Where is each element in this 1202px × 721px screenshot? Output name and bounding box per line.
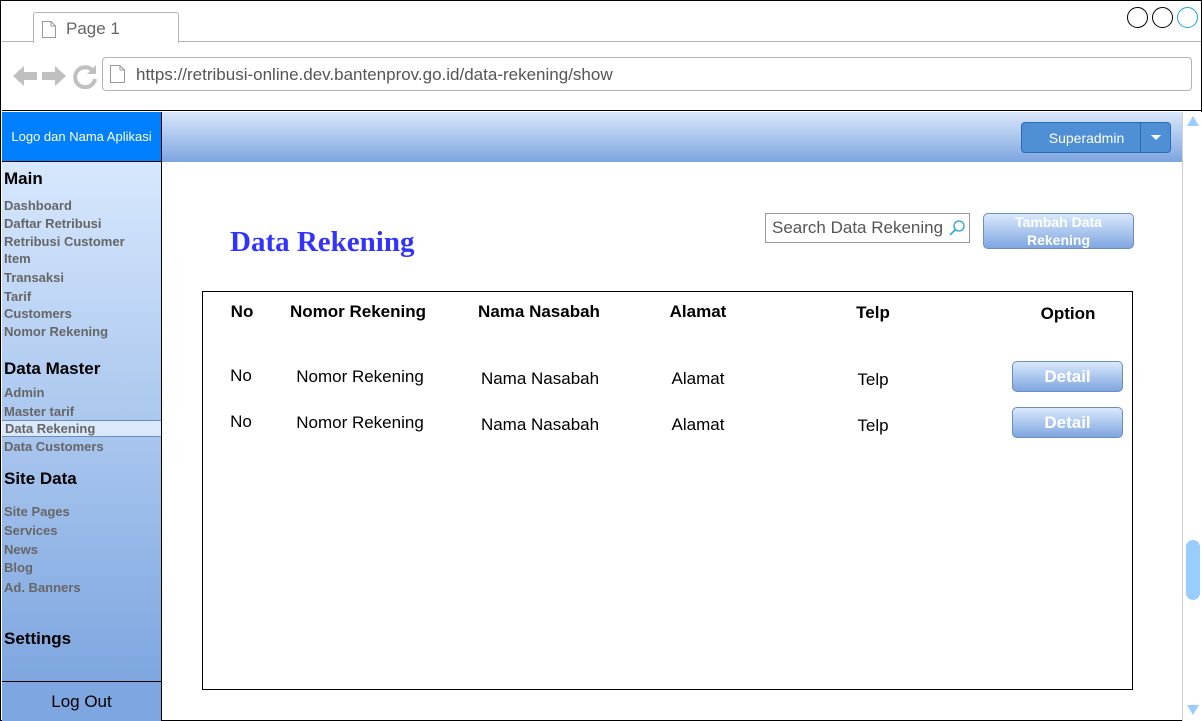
column-header-telp: Telp <box>856 303 890 322</box>
vertical-scrollbar[interactable] <box>1182 112 1202 721</box>
url-text: https://retribusi-online.dev.bantenprov.… <box>136 65 613 84</box>
page-title: Data Rekening <box>230 226 415 258</box>
table-cell-nomor-rekening: Nomor Rekening <box>296 413 424 432</box>
column-header-nama-nasabah: Nama Nasabah <box>478 302 600 321</box>
browser-tab[interactable]: Page 1 <box>33 12 179 43</box>
tab-bar: Page 1 <box>2 2 1201 43</box>
table-cell-alamat: Alamat <box>671 369 725 388</box>
address-bar[interactable]: https://retribusi-online.dev.bantenprov.… <box>102 57 1192 91</box>
sidebar-item-daftar-retribusi[interactable]: Daftar Retribusi <box>4 216 102 231</box>
column-header-option: Option <box>1040 304 1096 323</box>
caret-down-icon <box>1151 135 1161 140</box>
sidebar-item-retribusi-customer[interactable]: Retribusi Customer <box>4 234 125 249</box>
table-cell-telp: Telp <box>857 416 889 435</box>
forward-arrow-icon[interactable] <box>41 63 67 89</box>
sidebar-item-news[interactable]: News <box>4 542 38 557</box>
back-arrow-icon[interactable] <box>12 63 38 89</box>
table-cell-no: No <box>230 412 252 431</box>
sidebar-item-admin[interactable]: Admin <box>4 385 44 400</box>
minimize-button[interactable] <box>1127 7 1148 28</box>
reload-icon[interactable] <box>72 63 98 89</box>
sidebar-item-ad-banners[interactable]: Ad. Banners <box>4 580 81 595</box>
search-box[interactable] <box>765 213 970 243</box>
table-cell-alamat: Alamat <box>671 415 725 434</box>
column-header-no: No <box>230 302 254 321</box>
sidebar: Main Dashboard Daftar Retribusi Retribus… <box>2 162 162 682</box>
sidebar-item-blog[interactable]: Blog <box>4 560 33 575</box>
sidebar-item-transaksi[interactable]: Transaksi <box>4 270 64 285</box>
top-header: Superadmin <box>162 112 1182 162</box>
table-cell-nama-nasabah: Nama Nasabah <box>480 415 600 434</box>
sidebar-heading-settings[interactable]: Settings <box>4 629 71 649</box>
detail-button[interactable]: Detail <box>1012 361 1123 392</box>
sidebar-item-customers[interactable]: Customers <box>4 306 72 321</box>
sidebar-item-master-tarif[interactable]: Master tarif <box>4 404 74 419</box>
add-rekening-button[interactable]: Tambah Data Rekening <box>983 213 1134 249</box>
search-icon[interactable] <box>949 220 965 236</box>
detail-button[interactable]: Detail <box>1012 407 1123 438</box>
sidebar-item-services[interactable]: Services <box>4 523 58 538</box>
column-header-nomor-rekening: Nomor Rekening <box>289 302 427 321</box>
maximize-button[interactable] <box>1152 7 1173 28</box>
close-button[interactable] <box>1177 7 1198 28</box>
navigation-bar: https://retribusi-online.dev.bantenprov.… <box>2 43 1201 111</box>
user-dropdown-toggle[interactable] <box>1140 122 1171 153</box>
sidebar-heading-site-data: Site Data <box>4 469 77 488</box>
table-cell-nama-nasabah: Nama Nasabah <box>480 369 600 388</box>
sidebar-item-data-customers[interactable]: Data Customers <box>4 439 104 454</box>
page-icon <box>110 65 125 83</box>
table-cell-telp: Telp <box>857 370 889 389</box>
scroll-down-arrow-icon[interactable] <box>1187 705 1199 715</box>
sidebar-item-tarif[interactable]: Tarif <box>4 289 31 304</box>
sidebar-item-data-rekening[interactable]: Data Rekening <box>2 420 161 437</box>
logout-button[interactable]: Log Out <box>2 681 162 721</box>
sidebar-item-site-pages[interactable]: Site Pages <box>4 504 70 519</box>
column-header-alamat: Alamat <box>669 302 727 321</box>
sidebar-heading-main: Main <box>4 169 43 188</box>
sidebar-item-dashboard[interactable]: Dashboard <box>4 198 72 213</box>
rekening-table: No Nomor Rekening Nama Nasabah Alamat Te… <box>202 291 1133 690</box>
table-cell-nomor-rekening: Nomor Rekening <box>296 367 424 386</box>
app-logo[interactable]: Logo dan Nama Aplikasi <box>2 112 162 162</box>
page-icon <box>42 21 56 38</box>
sidebar-heading-data-master: Data Master <box>4 359 101 378</box>
scroll-thumb[interactable] <box>1186 540 1200 600</box>
scroll-up-arrow-icon[interactable] <box>1187 116 1199 126</box>
table-cell-no: No <box>230 366 252 385</box>
search-input[interactable] <box>766 214 946 242</box>
user-menu-button[interactable]: Superadmin <box>1021 122 1142 153</box>
sidebar-item-nomor-rekening[interactable]: Nomor Rekening <box>4 324 108 339</box>
tab-label: Page 1 <box>66 19 120 38</box>
browser-window: Page 1 https://retribusi-online.dev.bant… <box>0 0 1202 721</box>
sidebar-item-item[interactable]: Item <box>4 251 31 266</box>
